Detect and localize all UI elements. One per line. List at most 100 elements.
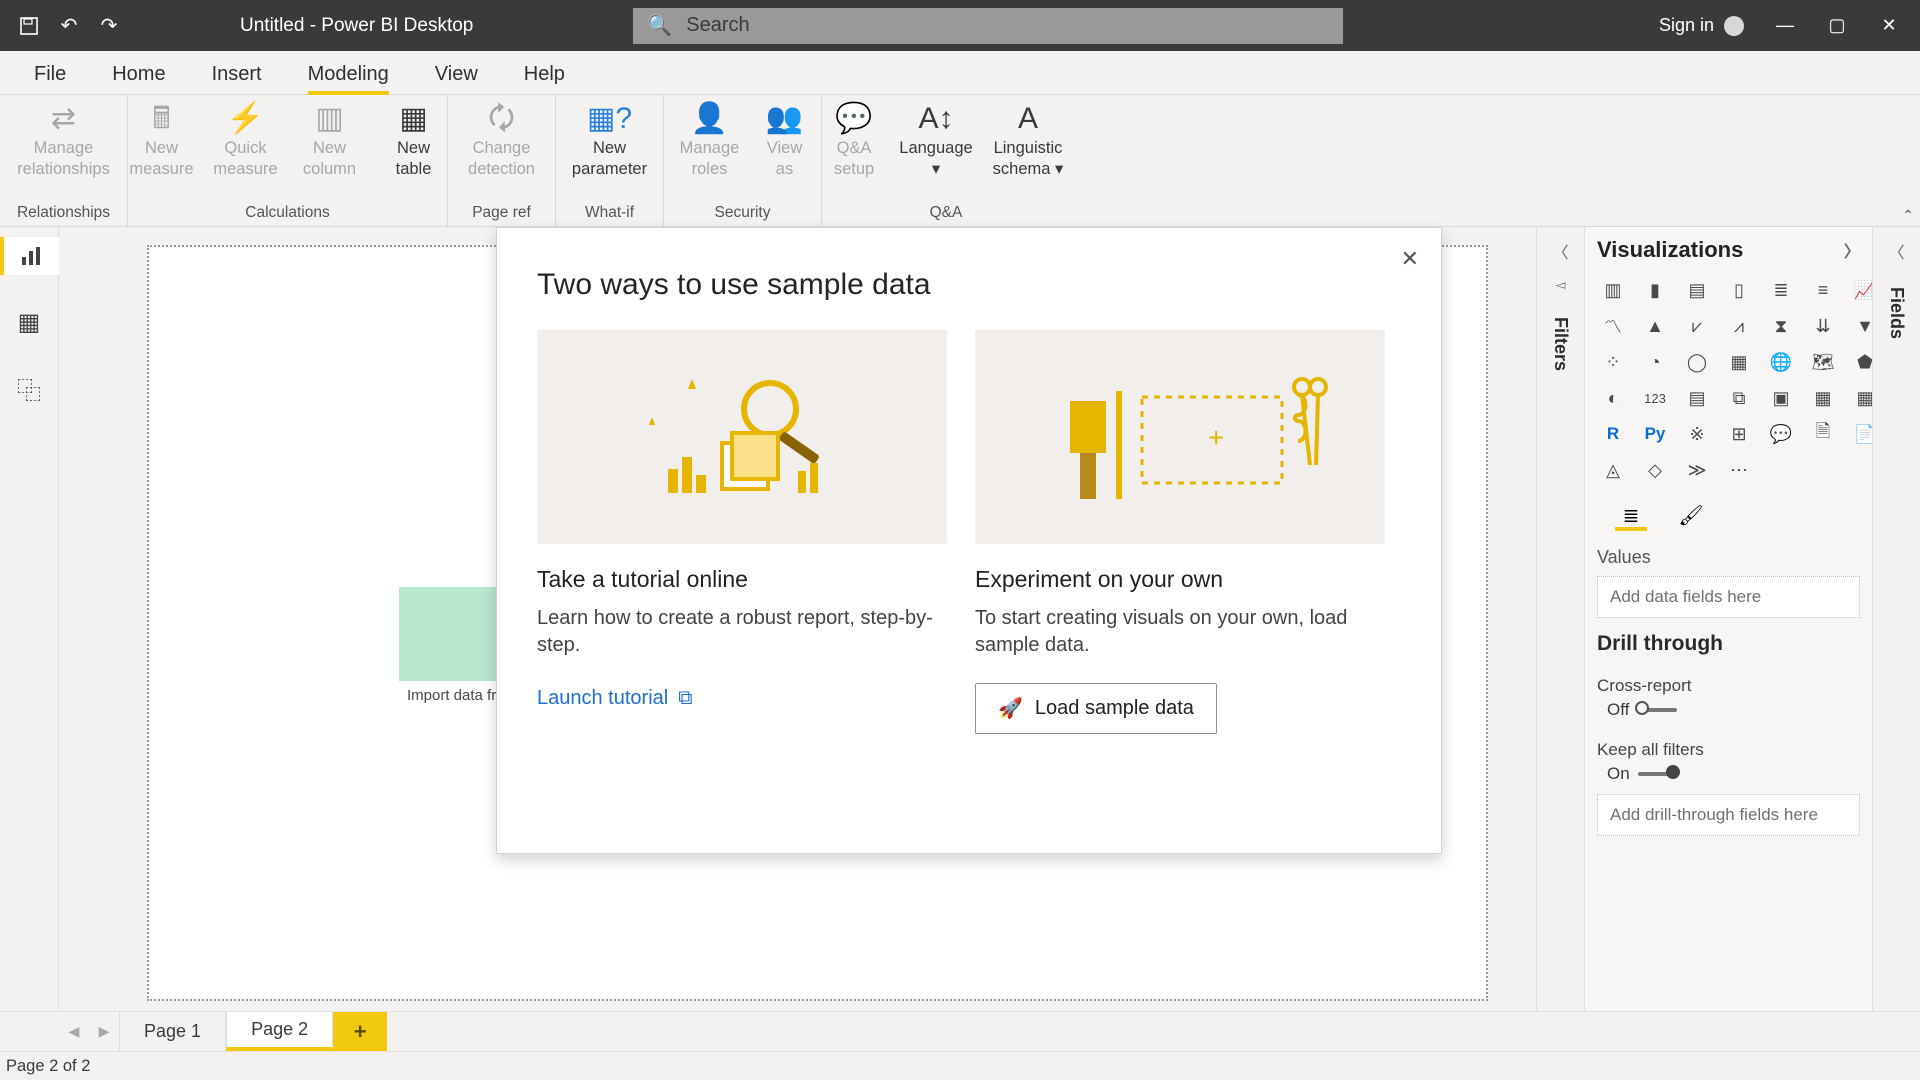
format-pane-tool-icon[interactable]: 🖌: [1675, 503, 1707, 531]
sample-data-dialog: ✕ Two ways to use sample data T: [496, 227, 1442, 854]
viz-clustered-bar-icon[interactable]: ▤: [1681, 275, 1713, 305]
filters-arrow-icon: ◅: [1556, 277, 1566, 293]
relationships-icon: ⇄: [43, 101, 85, 137]
viz-automate-icon[interactable]: ≫: [1681, 455, 1713, 485]
manage-roles-button[interactable]: 👤 Manage roles: [673, 101, 747, 179]
viz-smart-narrative-icon[interactable]: 🗎: [1807, 419, 1839, 449]
viz-shape-map-icon[interactable]: ⬟: [1849, 347, 1872, 377]
quick-measure-button[interactable]: ⚡ Quick measure: [209, 101, 283, 179]
viz-clustered-column-icon[interactable]: ▯: [1723, 275, 1755, 305]
viz-treemap-icon[interactable]: ▦: [1723, 347, 1755, 377]
save-icon[interactable]: [18, 15, 40, 37]
add-page-button[interactable]: +: [333, 1012, 387, 1051]
viz-scatter-icon[interactable]: ⁘: [1597, 347, 1629, 377]
viz-qna-icon[interactable]: 💬: [1765, 419, 1797, 449]
viz-100stacked-bar-icon[interactable]: ≣: [1765, 275, 1797, 305]
page-tab-1[interactable]: Page 1: [119, 1012, 226, 1051]
tab-view[interactable]: View: [435, 63, 478, 94]
svg-text:+: +: [1208, 422, 1224, 453]
viz-python-icon[interactable]: Py: [1639, 419, 1671, 449]
viz-stacked-column-icon[interactable]: ▮: [1639, 275, 1671, 305]
language-button[interactable]: A↕ Language ▾: [895, 101, 977, 179]
tutorial-heading: Take a tutorial online: [537, 566, 947, 593]
view-as-button[interactable]: 👥 View as: [757, 101, 813, 179]
load-sample-data-button[interactable]: 🚀 Load sample data: [975, 683, 1217, 734]
viz-anomaly-icon[interactable]: ◬: [1597, 455, 1629, 485]
change-detection-button[interactable]: 🗘 Change detection: [465, 101, 539, 179]
viz-slicer-icon[interactable]: ▣: [1765, 383, 1797, 413]
signin-button[interactable]: Sign in: [1659, 15, 1744, 36]
viz-table-icon[interactable]: ▦: [1807, 383, 1839, 413]
viz-line-icon[interactable]: 📈: [1849, 275, 1872, 305]
filters-expand-icon[interactable]: 〈: [1552, 239, 1568, 263]
keep-all-filters-toggle[interactable]: On: [1597, 764, 1860, 784]
viz-gauge-icon[interactable]: ◐: [1597, 383, 1629, 413]
tab-modeling[interactable]: Modeling: [308, 63, 389, 94]
search-box[interactable]: 🔍 Search: [633, 8, 1343, 44]
viz-line-clustered-icon[interactable]: ⩗: [1681, 311, 1713, 341]
viz-line-stacked-icon[interactable]: ⩘: [1723, 311, 1755, 341]
viz-funnel-icon[interactable]: ▼: [1849, 311, 1872, 341]
viz-donut-icon[interactable]: ◯: [1681, 347, 1713, 377]
qa-setup-button[interactable]: 💬 Q&A setup: [823, 101, 885, 179]
visualization-gallery: ▥ ▮ ▤ ▯ ≣ ≡ 📈 〽 ▲ ⩗ ⩘ ⧗ ⇊ ▼ ⁘ ◔ ◯ ▦ 🌐 🗺 …: [1597, 275, 1860, 485]
new-parameter-button[interactable]: ▦? New parameter: [573, 101, 647, 179]
rocket-icon: 🚀: [998, 696, 1023, 721]
viz-key-influencers-icon[interactable]: ※: [1681, 419, 1713, 449]
redo-icon[interactable]: ↷: [98, 15, 120, 37]
viz-filled-map-icon[interactable]: 🗺: [1807, 347, 1839, 377]
manage-relationships-button[interactable]: ⇄ Manage relationships: [27, 101, 101, 179]
visualizations-collapse-icon[interactable]: 〉: [1844, 238, 1860, 262]
new-measure-icon: 🖩: [141, 101, 183, 137]
tab-home[interactable]: Home: [112, 63, 165, 94]
dialog-close-button[interactable]: ✕: [1401, 246, 1419, 272]
viz-pie-icon[interactable]: ◔: [1639, 347, 1671, 377]
viz-waterfall-icon[interactable]: ⇊: [1807, 311, 1839, 341]
viz-ribbon-icon[interactable]: ⧗: [1765, 311, 1797, 341]
external-link-icon: ⧉: [678, 687, 692, 710]
page-nav-prev[interactable]: ◀: [59, 1012, 89, 1051]
viz-card-icon[interactable]: 123: [1639, 383, 1671, 413]
linguistic-schema-button[interactable]: A Linguistic schema ▾: [987, 101, 1069, 179]
viz-stacked-bar-icon[interactable]: ▥: [1597, 275, 1629, 305]
model-view-button[interactable]: ⿻: [10, 369, 48, 407]
values-drop-well[interactable]: Add data fields here: [1597, 576, 1860, 618]
viz-stacked-area-icon[interactable]: ▲: [1639, 311, 1671, 341]
tab-file[interactable]: File: [34, 63, 66, 94]
viz-map-icon[interactable]: 🌐: [1765, 347, 1797, 377]
new-column-button[interactable]: ▥ New column: [293, 101, 367, 179]
viz-r-icon[interactable]: R: [1597, 419, 1629, 449]
launch-tutorial-link[interactable]: Launch tutorial ⧉: [537, 687, 692, 710]
viz-paginated-icon[interactable]: 📄: [1849, 419, 1872, 449]
viz-matrix-icon[interactable]: ▦: [1849, 383, 1872, 413]
new-table-button[interactable]: ▦ New table: [377, 101, 451, 179]
cross-report-toggle[interactable]: Off: [1597, 700, 1860, 720]
page-tab-2[interactable]: Page 2: [226, 1012, 333, 1051]
filters-pane-collapsed[interactable]: 〈 ◅ Filters: [1536, 227, 1584, 1011]
toggle-on-label: On: [1607, 764, 1630, 784]
viz-powerapps-icon[interactable]: ◇: [1639, 455, 1671, 485]
tab-help[interactable]: Help: [524, 63, 565, 94]
close-button[interactable]: ✕: [1878, 15, 1900, 37]
fields-pane-collapsed[interactable]: 〈 Fields: [1872, 227, 1920, 1011]
fields-pane-tool-icon[interactable]: ≣: [1615, 503, 1647, 531]
drillthrough-drop-well[interactable]: Add drill-through fields here: [1597, 794, 1860, 836]
undo-icon[interactable]: ↶: [58, 15, 80, 37]
minimize-button[interactable]: ―: [1774, 15, 1796, 37]
viz-kpi-icon[interactable]: ⧉: [1723, 383, 1755, 413]
tutorial-body: Learn how to create a robust report, ste…: [537, 605, 947, 659]
new-measure-button[interactable]: 🖩 New measure: [125, 101, 199, 179]
ribbon-collapse-button[interactable]: ⌃: [1902, 207, 1914, 224]
data-view-button[interactable]: ▦: [10, 303, 48, 341]
linguistic-icon: A: [1007, 101, 1049, 137]
viz-more-icon[interactable]: ⋯: [1723, 455, 1755, 485]
report-view-button[interactable]: [0, 237, 59, 275]
page-nav-next[interactable]: ▶: [89, 1012, 119, 1051]
viz-area-icon[interactable]: 〽: [1597, 311, 1629, 341]
viz-100stacked-column-icon[interactable]: ≡: [1807, 275, 1839, 305]
maximize-button[interactable]: ▢: [1826, 15, 1848, 37]
viz-multirow-icon[interactable]: ▤: [1681, 383, 1713, 413]
viz-decomp-icon[interactable]: ⊞: [1723, 419, 1755, 449]
fields-expand-icon[interactable]: 〈: [1888, 239, 1904, 263]
tab-insert[interactable]: Insert: [212, 63, 262, 94]
